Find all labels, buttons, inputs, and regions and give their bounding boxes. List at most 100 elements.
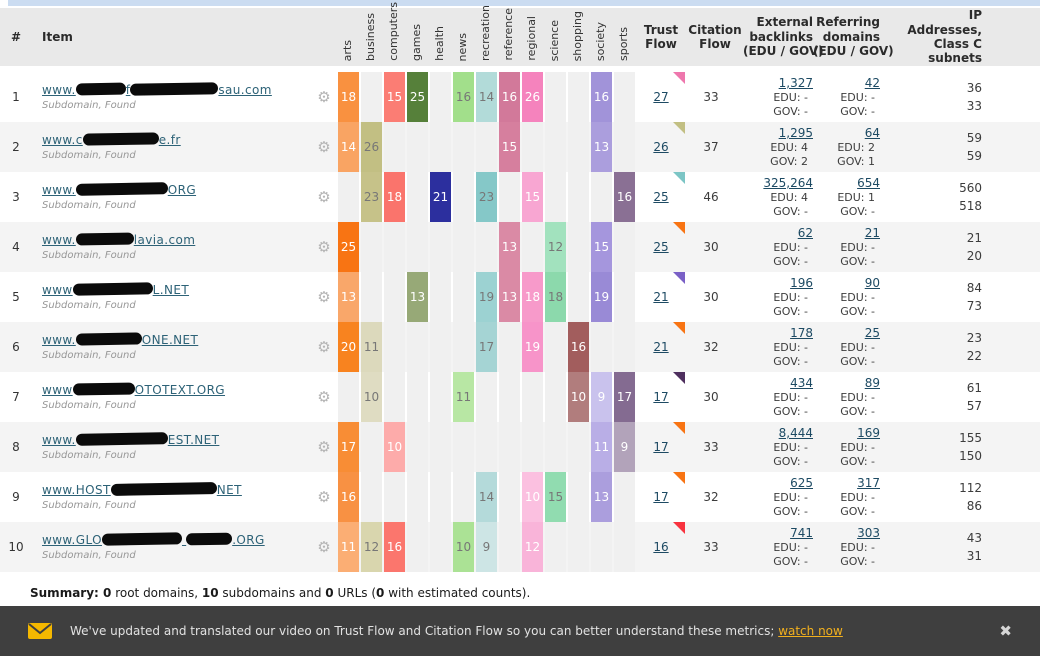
- external-gov-count: GOV: -: [773, 255, 813, 269]
- trust-flow-link[interactable]: 25: [653, 240, 668, 254]
- referring-domains-link[interactable]: 89: [865, 376, 880, 391]
- topic-cells: 11121610912: [336, 522, 635, 572]
- watch-now-link[interactable]: watch now: [778, 624, 843, 638]
- gear-icon[interactable]: ⚙: [317, 340, 330, 355]
- referring-edu-count: EDU: -: [840, 241, 880, 255]
- referring-domains-link[interactable]: 90: [865, 276, 880, 291]
- trust-flow-link[interactable]: 21: [653, 340, 668, 354]
- redaction-blob: [76, 83, 126, 96]
- ip-value: 73: [967, 297, 982, 315]
- topic-cell-arts: 16: [338, 472, 359, 522]
- referring-domains-cell: 317EDU: -GOV: -: [813, 472, 880, 522]
- trust-flow-link[interactable]: 17: [653, 440, 668, 454]
- external-backlinks-link[interactable]: 178: [790, 326, 813, 341]
- referring-domains-link[interactable]: 169: [857, 426, 880, 441]
- topic-label: recreation: [479, 5, 492, 61]
- table-row: 1www.fsau.comSubdomain, Found⚙1815251614…: [0, 72, 1040, 122]
- external-edu-count: EDU: -: [773, 341, 813, 355]
- topic-cell-reference: [499, 172, 520, 222]
- gear-icon[interactable]: ⚙: [317, 440, 330, 455]
- referring-domains-cell: 303EDU: -GOV: -: [813, 522, 880, 572]
- table-row: 6www.ONE.NETSubdomain, Found⚙20111719162…: [0, 322, 1040, 372]
- column-header-arts: arts: [336, 40, 359, 61]
- ip-subnets-cell: 4331: [880, 522, 982, 572]
- trust-flow-link[interactable]: 26: [653, 140, 668, 154]
- settings-cell: ⚙: [312, 522, 336, 572]
- external-backlinks-link[interactable]: 1,327: [779, 76, 813, 91]
- topic-cells: 231821231516: [336, 172, 635, 222]
- item-url-link[interactable]: www.GLO .ORG: [42, 533, 312, 547]
- trust-flow-link[interactable]: 25: [653, 190, 668, 204]
- gear-icon[interactable]: ⚙: [317, 290, 330, 305]
- external-backlinks-link[interactable]: 741: [790, 526, 813, 541]
- external-backlinks-link[interactable]: 8,444: [779, 426, 813, 441]
- topic-cell-health: [430, 272, 451, 322]
- topic-cell-society: 19: [591, 272, 612, 322]
- url-text: www.GLO: [42, 533, 102, 547]
- citation-flow-value: 33: [687, 72, 753, 122]
- trust-flow-link[interactable]: 27: [653, 90, 668, 104]
- external-backlinks-link[interactable]: 1,295: [779, 126, 813, 141]
- trust-flow-link[interactable]: 21: [653, 290, 668, 304]
- external-backlinks-link[interactable]: 625: [790, 476, 813, 491]
- top-topic-corner-flag: [673, 472, 685, 484]
- summary-url-count: 0: [325, 586, 333, 600]
- external-backlinks-link[interactable]: 434: [790, 376, 813, 391]
- item-url-link[interactable]: www.ORG: [42, 183, 312, 197]
- item-url-link[interactable]: www.ONE.NET: [42, 333, 312, 347]
- topic-cell-games: [407, 122, 428, 172]
- trust-flow-cell: 17: [635, 422, 687, 472]
- url-text: OTOTEXT.ORG: [135, 383, 225, 397]
- trust-flow-link[interactable]: 17: [653, 390, 668, 404]
- gear-icon[interactable]: ⚙: [317, 490, 330, 505]
- external-backlinks-link[interactable]: 62: [798, 226, 813, 241]
- item-url-link[interactable]: www.EST.NET: [42, 433, 312, 447]
- referring-edu-count: EDU: -: [840, 341, 880, 355]
- ip-value: 31: [967, 547, 982, 565]
- topic-cell-games: [407, 372, 428, 422]
- referring-domains-link[interactable]: 64: [865, 126, 880, 141]
- referring-domains-link[interactable]: 42: [865, 76, 880, 91]
- item-url-link[interactable]: wwwL.NET: [42, 283, 312, 297]
- trust-flow-link[interactable]: 16: [653, 540, 668, 554]
- item-url-link[interactable]: www.HOSTNET: [42, 483, 312, 497]
- referring-domains-link[interactable]: 654: [857, 176, 880, 191]
- item-url-link[interactable]: www.fsau.com: [42, 83, 312, 97]
- gear-icon[interactable]: ⚙: [317, 390, 330, 405]
- topic-cell-computers: 15: [384, 72, 405, 122]
- topic-cell-society: [591, 172, 612, 222]
- trust-flow-cell: 25: [635, 172, 687, 222]
- item-cell: wwwOTOTEXT.ORGSubdomain, Found: [32, 372, 312, 422]
- referring-domains-link[interactable]: 303: [857, 526, 880, 541]
- close-icon[interactable]: ✖: [999, 622, 1012, 640]
- item-url-link[interactable]: www.ce.fr: [42, 133, 312, 147]
- topic-cell-business: 23: [361, 172, 382, 222]
- gear-icon[interactable]: ⚙: [317, 240, 330, 255]
- topic-cell-reference: [499, 472, 520, 522]
- url-text: www.: [42, 433, 76, 447]
- trust-flow-link[interactable]: 17: [653, 490, 668, 504]
- referring-edu-count: EDU: 2: [837, 141, 880, 155]
- item-url-link[interactable]: wwwOTOTEXT.ORG: [42, 383, 312, 397]
- topic-label: society: [594, 22, 607, 61]
- external-backlinks-link[interactable]: 325,264: [763, 176, 813, 191]
- referring-domains-link[interactable]: 317: [857, 476, 880, 491]
- item-cell: www.fsau.comSubdomain, Found: [32, 72, 312, 122]
- gear-icon[interactable]: ⚙: [317, 190, 330, 205]
- gear-icon[interactable]: ⚙: [317, 540, 330, 555]
- referring-gov-count: GOV: -: [840, 555, 880, 569]
- topic-cells: 1815251614162616: [336, 72, 635, 122]
- topic-cell-shopping: [568, 522, 589, 572]
- external-backlinks-link[interactable]: 196: [790, 276, 813, 291]
- summary-subdomain-count: 10: [202, 586, 219, 600]
- item-url-link[interactable]: www.lavia.com: [42, 233, 312, 247]
- topic-cell-news: [453, 322, 474, 372]
- topic-cells: 25131215: [336, 222, 635, 272]
- referring-domains-link[interactable]: 21: [865, 226, 880, 241]
- gear-icon[interactable]: ⚙: [317, 90, 330, 105]
- gear-icon[interactable]: ⚙: [317, 140, 330, 155]
- topic-label: computers: [387, 2, 400, 61]
- referring-domains-link[interactable]: 25: [865, 326, 880, 341]
- referring-domains-cell: 21EDU: -GOV: -: [813, 222, 880, 272]
- external-gov-count: GOV: -: [773, 505, 813, 519]
